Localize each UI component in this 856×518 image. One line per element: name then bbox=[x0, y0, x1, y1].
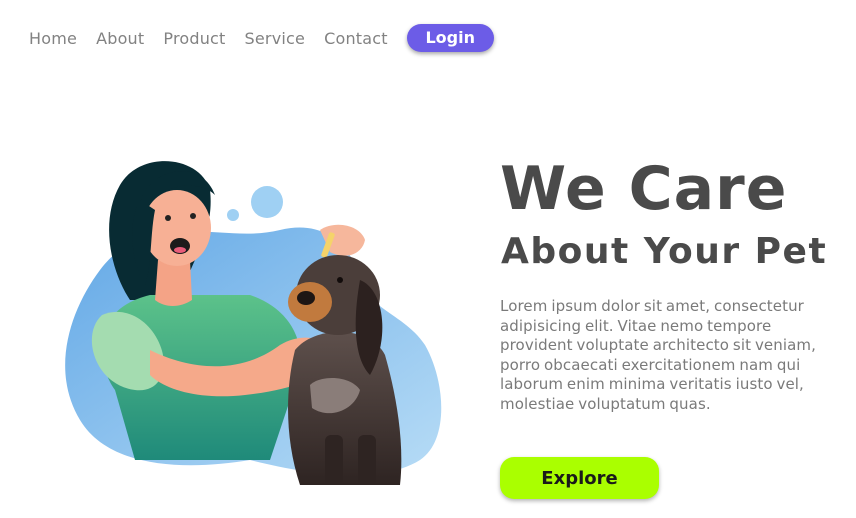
bubble-large bbox=[251, 186, 283, 218]
landing-page: Home About Product Service Contact Login bbox=[0, 0, 856, 518]
face-shape bbox=[143, 190, 211, 266]
tongue-shape bbox=[174, 247, 186, 253]
dog-leg-right bbox=[358, 435, 376, 485]
explore-button[interactable]: Explore bbox=[500, 457, 659, 499]
bubble-small bbox=[227, 209, 239, 221]
nav-about-link[interactable]: About bbox=[96, 29, 144, 48]
hero-title: We Care bbox=[500, 154, 788, 224]
illustration-svg bbox=[65, 161, 442, 485]
nav-home-link[interactable]: Home bbox=[29, 29, 77, 48]
hero-subtitle: About Your Pet bbox=[501, 231, 828, 272]
dog-nose-shape bbox=[297, 291, 315, 305]
nav-service-link[interactable]: Service bbox=[245, 29, 306, 48]
dog-eye bbox=[337, 277, 343, 283]
dog-leg-left bbox=[325, 435, 343, 485]
woman-with-dog-illustration bbox=[40, 140, 460, 500]
nav-product-link[interactable]: Product bbox=[163, 29, 225, 48]
nav-contact-link[interactable]: Contact bbox=[324, 29, 388, 48]
login-button[interactable]: Login bbox=[406, 24, 494, 52]
top-nav: Home About Product Service Contact Login bbox=[29, 24, 494, 52]
neck-shape bbox=[155, 260, 192, 306]
hero-description: Lorem ipsum dolor sit amet, consectetur … bbox=[500, 297, 817, 413]
left-eye bbox=[165, 215, 171, 221]
right-eye bbox=[190, 213, 196, 219]
